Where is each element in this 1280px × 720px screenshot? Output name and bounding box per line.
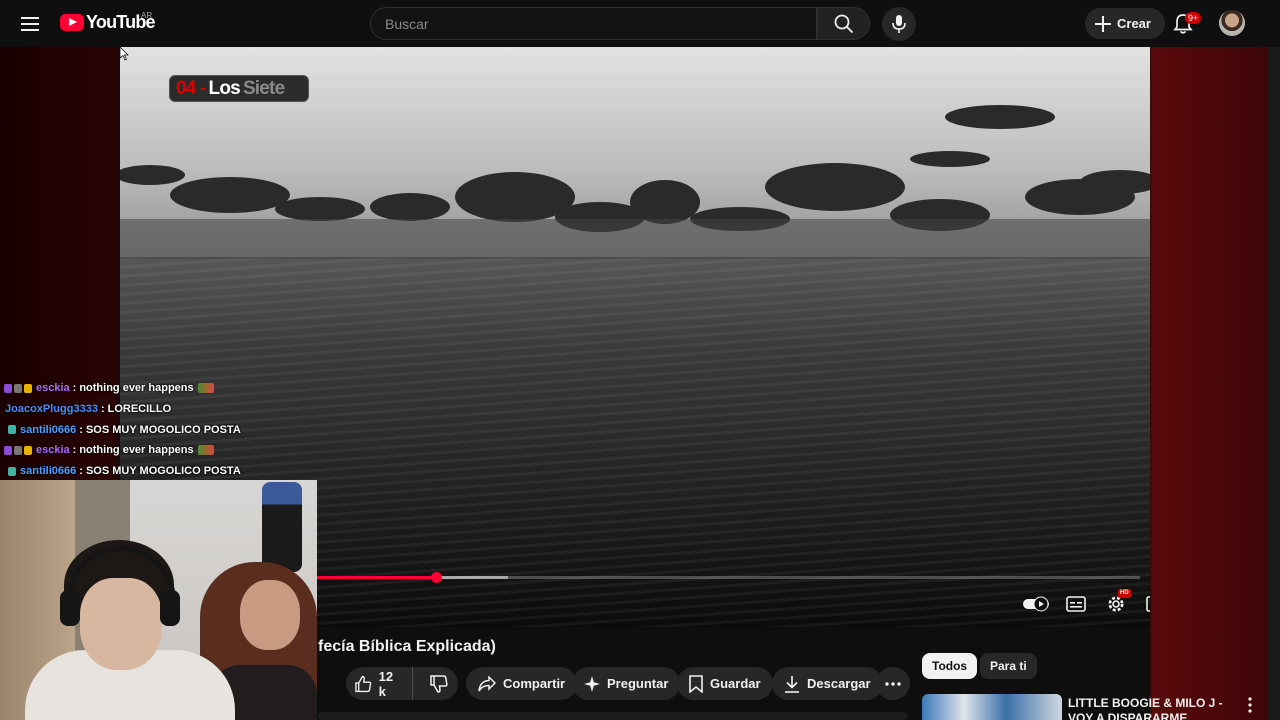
chat-emote-icon <box>197 383 214 394</box>
search-icon <box>834 14 853 33</box>
channel-overlay-logo: 04 - Los Siete <box>169 75 309 102</box>
sparkle-icon <box>584 675 600 692</box>
chat-badges <box>4 383 32 393</box>
voice-search-button[interactable] <box>882 7 916 41</box>
chat-username: esckia <box>36 382 70 395</box>
chat-separator: : <box>79 423 83 436</box>
chat-separator: : <box>79 465 83 478</box>
page-scrollbar[interactable] <box>1268 47 1280 720</box>
microphone-icon <box>892 15 906 33</box>
miniplayer-icon <box>1146 596 1150 612</box>
chat-text: SOS MUY MOGOLICO POSTA <box>85 465 241 478</box>
youtube-play-icon <box>60 14 84 31</box>
chat-message: santili0666: SOS MUY MOGOLICO POSTA <box>0 419 320 440</box>
menu-icon <box>21 17 39 31</box>
overlay-word-los: Los <box>208 77 241 99</box>
share-button[interactable]: Compartir <box>466 667 578 700</box>
more-actions-button[interactable] <box>876 667 910 700</box>
overlay-number: 04 - <box>176 77 206 99</box>
bookmark-icon <box>689 674 703 693</box>
share-icon <box>478 675 496 691</box>
webcam-person-2-face <box>240 580 300 650</box>
chat-separator: : <box>100 403 105 416</box>
download-button[interactable]: Descargar <box>772 667 883 700</box>
thumbs-up-icon <box>355 675 372 692</box>
chat-message: esckia: nothing ever happens <box>0 378 320 399</box>
dislike-button[interactable] <box>420 667 458 700</box>
save-label: Guardar <box>710 676 761 691</box>
miniplayer-button[interactable] <box>1144 592 1150 616</box>
mouse-cursor-icon <box>120 47 129 61</box>
chat-badge-icon <box>8 466 16 476</box>
chat-message: esckia: nothing ever happens <box>0 440 320 461</box>
top-bar: YouTube AR Crear 9+ <box>0 0 1280 47</box>
description-box[interactable] <box>318 712 908 720</box>
more-horizontal-icon <box>885 681 901 686</box>
subtitles-icon <box>1066 596 1086 612</box>
save-button[interactable]: Guardar <box>677 667 773 700</box>
notification-badge: 9+ <box>1185 12 1202 24</box>
create-button[interactable]: Crear <box>1085 8 1165 39</box>
account-avatar[interactable] <box>1219 10 1245 36</box>
recommendation-thumbnail[interactable] <box>922 694 1062 720</box>
more-vertical-icon[interactable] <box>1243 697 1257 713</box>
like-count: 12 k <box>378 668 394 699</box>
chat-badges <box>4 445 32 455</box>
autoplay-toggle[interactable] <box>1022 592 1050 616</box>
share-label: Compartir <box>503 676 566 691</box>
chat-badge-icon <box>14 445 22 455</box>
chat-username: JoacoxPlugg3333 <box>5 403 98 416</box>
chat-separator: : <box>72 382 77 395</box>
chat-badge-icon <box>8 425 16 435</box>
chat-badge-icon <box>4 383 12 393</box>
thumbs-down-icon <box>430 674 448 693</box>
chat-message: santili0666: SOS MUY MOGOLICO POSTA <box>0 461 320 482</box>
chat-badges <box>4 466 16 476</box>
chat-text: SOS MUY MOGOLICO POSTA <box>85 423 241 436</box>
autoplay-toggle-icon <box>1023 596 1049 612</box>
chat-text: LORECILLO <box>107 403 172 416</box>
chat-badge-icon <box>14 383 22 393</box>
overlay-word-siete: Siete <box>242 77 285 99</box>
chip-para-ti[interactable]: Para ti <box>980 653 1037 679</box>
headphone-right <box>160 590 180 626</box>
page: YouTube AR Crear 9+ <box>0 0 1280 720</box>
chat-emote-icon <box>197 445 214 456</box>
search-button[interactable] <box>817 7 870 40</box>
chat-badge-icon <box>4 445 12 455</box>
chat-badge-icon <box>24 383 32 393</box>
chat-username: santili0666 <box>20 465 77 478</box>
streamer-webcam <box>0 480 317 720</box>
headphone-left <box>60 590 80 626</box>
menu-button[interactable] <box>16 10 44 38</box>
chat-text: nothing ever happens <box>79 444 194 457</box>
plus-icon <box>1095 15 1111 32</box>
create-label: Crear <box>1117 16 1151 31</box>
recommendation-title[interactable]: LITTLE BOOGIE & MILO J - VOY A DISPARARM… <box>1068 696 1240 720</box>
like-button[interactable]: 12 k <box>346 667 413 700</box>
chat-separator: : <box>72 444 77 457</box>
ask-button[interactable]: Preguntar <box>572 667 681 700</box>
chip-todos[interactable]: Todos <box>922 653 978 679</box>
subtitles-button[interactable] <box>1064 592 1088 616</box>
chat-message: JoacoxPlugg3333: LORECILLO <box>0 399 320 420</box>
hd-badge: HD <box>1118 589 1131 598</box>
download-label: Descargar <box>807 676 871 691</box>
chat-username: santili0666 <box>20 423 77 436</box>
country-code: AR <box>141 11 153 20</box>
chat-text: nothing ever happens <box>79 382 194 395</box>
video-title: fecía Bíblica Explicada) <box>318 638 496 655</box>
search-box[interactable] <box>370 7 817 40</box>
stream-chat-overlay: esckia: nothing ever happens JoacoxPlugg33… <box>0 378 320 481</box>
settings-button[interactable]: HD <box>1104 589 1131 616</box>
webcam-figurine <box>262 482 302 572</box>
chat-badges <box>4 425 16 435</box>
chat-badge-icon <box>24 445 32 455</box>
search-input[interactable] <box>385 15 816 32</box>
like-dislike-group: 12 k <box>346 667 458 700</box>
ask-label: Preguntar <box>607 676 669 691</box>
chat-username: esckia <box>36 444 70 457</box>
download-icon <box>785 675 799 693</box>
